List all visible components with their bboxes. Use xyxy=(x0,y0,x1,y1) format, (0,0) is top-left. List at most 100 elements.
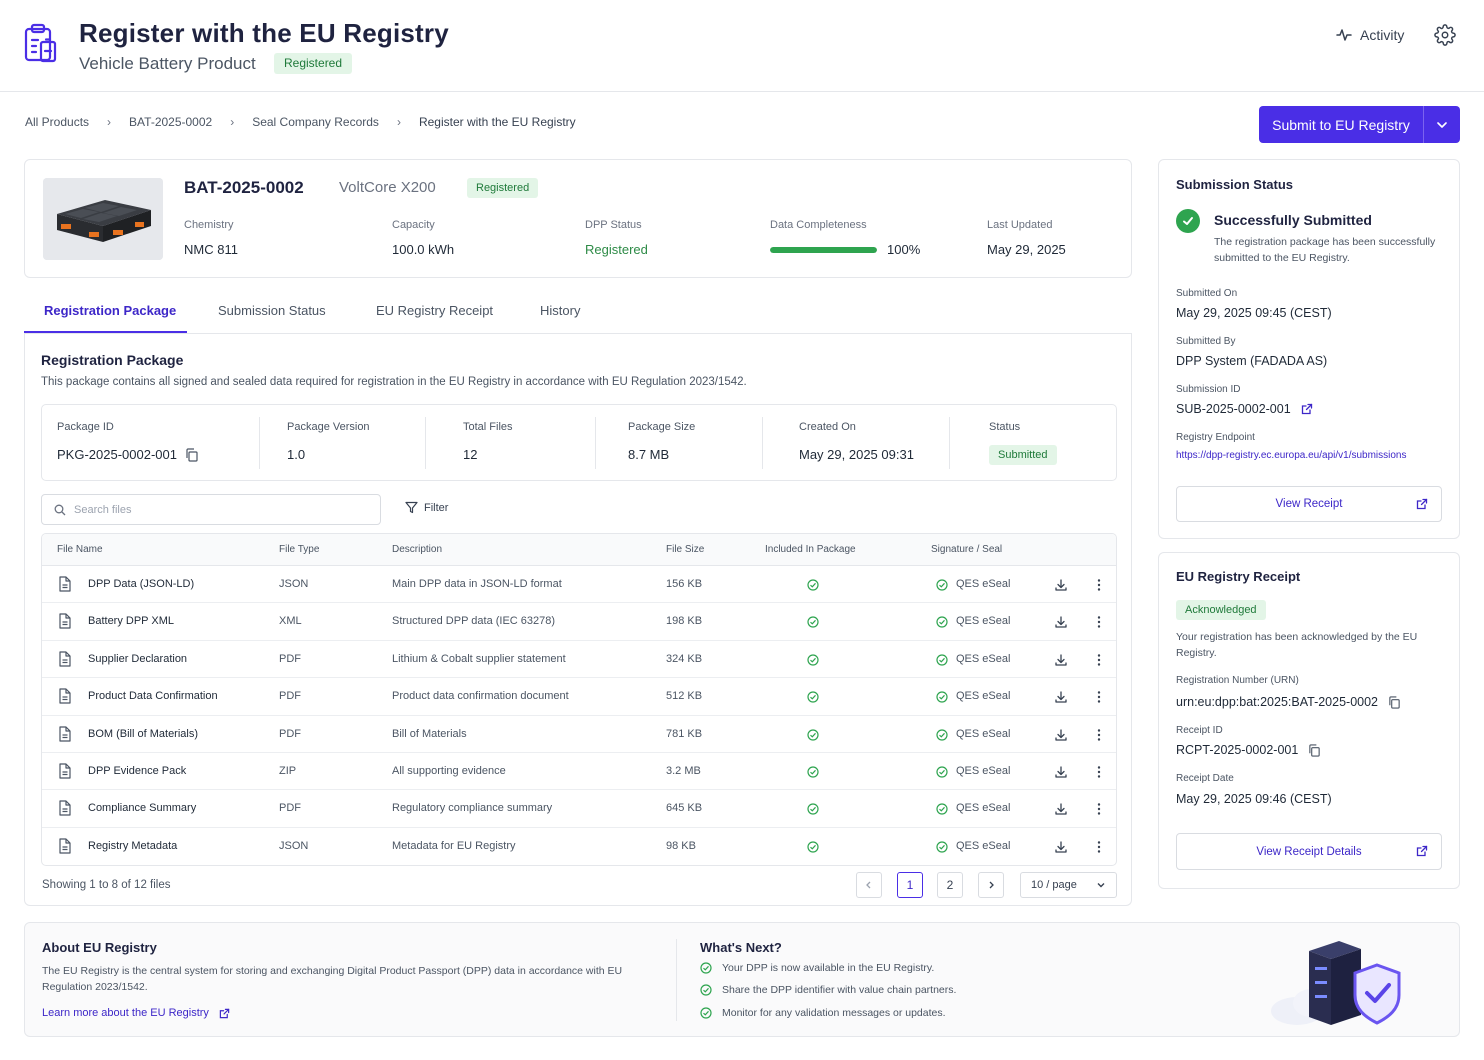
breadcrumb-seal-records[interactable]: Seal Company Records xyxy=(252,115,379,129)
product-summary-card: BAT-2025-0002 VoltCore X200 Registered C… xyxy=(24,159,1132,278)
external-link-icon[interactable] xyxy=(1301,403,1313,415)
acknowledged-badge: Acknowledged xyxy=(1176,600,1266,620)
activity-label: Activity xyxy=(1360,27,1405,43)
download-icon[interactable] xyxy=(1054,728,1068,742)
chevron-right-icon: › xyxy=(107,115,112,129)
page-button-2[interactable]: 2 xyxy=(937,872,963,898)
file-icon xyxy=(58,725,72,742)
per-page-value: 10 / page xyxy=(1031,879,1077,891)
file-description: Structured DPP data (IEC 63278) xyxy=(392,615,556,628)
file-icon xyxy=(58,800,72,816)
package-size-value: 8.7 MB xyxy=(628,447,670,462)
file-size: 98 KB xyxy=(666,839,696,852)
submitted-on-value: May 29, 2025 09:45 (CEST) xyxy=(1176,306,1332,320)
view-receipt-details-button[interactable]: View Receipt Details xyxy=(1176,833,1442,870)
chevron-right-icon xyxy=(989,881,994,889)
column-header[interactable]: Description xyxy=(392,544,442,555)
download-icon[interactable] xyxy=(1054,690,1068,704)
page-subtitle: Vehicle Battery Product xyxy=(79,54,256,73)
column-header[interactable]: Signature / Seal xyxy=(931,544,1002,555)
file-name: Compliance Summary xyxy=(88,802,197,815)
seal-type: QES eSeal xyxy=(956,578,1011,590)
page-button-1[interactable]: 1 xyxy=(897,872,923,898)
filter-icon xyxy=(405,501,418,514)
copy-icon[interactable] xyxy=(185,447,199,462)
next-page-button[interactable] xyxy=(978,872,1004,898)
filter-label: Filter xyxy=(424,501,449,514)
chemistry-label: Chemistry xyxy=(184,219,234,231)
column-header[interactable]: File Type xyxy=(279,544,319,555)
breadcrumb-current: Register with the EU Registry xyxy=(418,115,576,129)
filter-button[interactable]: Filter xyxy=(405,501,448,514)
table-row[interactable]: DPP Data (JSON-LD) JSON Main DPP data in J… xyxy=(42,566,1116,604)
more-options-icon[interactable] xyxy=(1092,653,1106,667)
column-header[interactable]: File Size xyxy=(666,544,704,555)
submitted-by-label: Submitted By xyxy=(1176,336,1236,347)
prev-page-button[interactable] xyxy=(856,872,882,898)
copy-icon[interactable] xyxy=(1388,695,1401,709)
gear-icon[interactable] xyxy=(1434,24,1456,46)
table-row[interactable]: BOM (Bill of Materials) PDF Bill of Materi… xyxy=(42,716,1116,753)
included-check-icon xyxy=(807,728,819,741)
more-options-icon[interactable] xyxy=(1092,802,1106,816)
seal-type: QES eSeal xyxy=(956,764,1011,777)
download-icon[interactable] xyxy=(1054,653,1068,667)
download-icon[interactable] xyxy=(1054,802,1068,816)
tab-submission-status[interactable]: Submission Status xyxy=(218,303,326,318)
file-description: Bill of Materials xyxy=(392,727,467,740)
breadcrumb-product[interactable]: BAT-2025-0002 xyxy=(129,115,212,129)
activity-button[interactable]: Activity xyxy=(1336,24,1404,46)
submit-to-registry-button[interactable]: Submit to EU Registry xyxy=(1259,106,1424,143)
file-type: JSON xyxy=(279,578,309,590)
success-title: Successfully Submitted xyxy=(1214,212,1372,228)
divider xyxy=(762,417,763,469)
receipt-id-text: RCPT-2025-0002-001 xyxy=(1176,743,1299,757)
download-icon[interactable] xyxy=(1054,615,1068,629)
column-header[interactable]: File Name xyxy=(57,544,103,555)
learn-more-link[interactable]: Learn more about the EU Registry xyxy=(42,1007,230,1019)
submit-options-button[interactable] xyxy=(1424,106,1460,143)
table-row[interactable]: Product Data Confirmation PDF Product data… xyxy=(42,678,1116,716)
product-id: BAT-2025-0002 xyxy=(184,178,304,197)
table-row[interactable]: DPP Evidence Pack ZIP All supporting evide… xyxy=(42,753,1116,791)
more-options-icon[interactable] xyxy=(1092,615,1106,629)
included-check-icon xyxy=(807,616,819,628)
tab-history[interactable]: History xyxy=(540,303,580,318)
seal-type: QES eSeal xyxy=(956,690,1011,703)
file-type: PDF xyxy=(279,690,301,703)
more-options-icon[interactable] xyxy=(1092,728,1106,742)
file-size: 3.2 MB xyxy=(666,764,701,777)
copy-icon[interactable] xyxy=(1308,743,1321,757)
file-name: BOM (Bill of Materials) xyxy=(88,727,199,740)
pagination-summary: Showing 1 to 8 of 12 files xyxy=(42,879,171,891)
more-options-icon[interactable] xyxy=(1092,765,1106,779)
table-row[interactable]: Compliance Summary PDF Regulatory complian… xyxy=(42,790,1116,828)
created-on-value: May 29, 2025 09:31 xyxy=(799,447,914,462)
registry-endpoint-link[interactable]: https://dpp-registry.ec.europa.eu/api/v1… xyxy=(1176,450,1407,461)
about-description: The EU Registry is the central system fo… xyxy=(42,965,623,993)
download-icon[interactable] xyxy=(1054,840,1068,854)
divider xyxy=(259,417,260,469)
included-check-icon xyxy=(807,691,819,703)
more-options-icon[interactable] xyxy=(1092,840,1106,854)
table-row[interactable]: Registry Metadata JSON Metadata for EU Reg… xyxy=(42,828,1116,865)
more-options-icon[interactable] xyxy=(1092,690,1106,704)
page-title: Register with the EU Registry xyxy=(79,18,449,48)
tab-registration-package[interactable]: Registration Package xyxy=(44,303,176,318)
included-check-icon xyxy=(807,579,819,591)
download-icon[interactable] xyxy=(1054,578,1068,592)
per-page-select[interactable]: 10 / page xyxy=(1020,872,1117,898)
breadcrumb-all-products[interactable]: All Products xyxy=(25,115,89,129)
table-row[interactable]: Supplier Declaration PDF Lithium & Cobalt … xyxy=(42,641,1116,679)
tab-eu-registry-receipt[interactable]: EU Registry Receipt xyxy=(376,303,493,318)
search-input[interactable] xyxy=(74,503,354,516)
view-receipt-button[interactable]: View Receipt xyxy=(1176,486,1442,522)
download-icon[interactable] xyxy=(1054,765,1068,779)
more-options-icon[interactable] xyxy=(1092,578,1106,592)
column-header[interactable]: Included In Package xyxy=(765,544,856,555)
file-description: Product data confirmation document xyxy=(392,690,569,703)
info-panel: About EU Registry The EU Registry is the… xyxy=(24,922,1460,1037)
file-type: PDF xyxy=(279,652,301,665)
registration-package-panel: Registration Package This package contai… xyxy=(24,334,1132,906)
table-row[interactable]: Battery DPP XML XML Structured DPP data (I… xyxy=(42,603,1116,641)
